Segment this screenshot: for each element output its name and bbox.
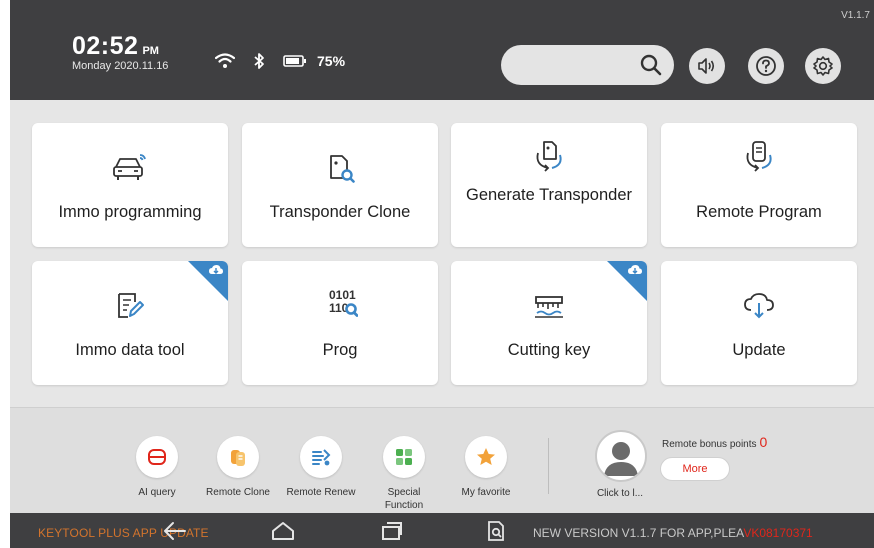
- user-avatar[interactable]: [595, 430, 647, 482]
- shortcut-label: Remote Renew: [286, 487, 356, 498]
- battery-icon: [283, 55, 307, 67]
- tile-update[interactable]: Update: [661, 261, 857, 385]
- shortcut-remote-renew[interactable]: Remote Renew: [286, 436, 356, 499]
- chip-search-icon: [242, 153, 438, 183]
- ai-query-icon: [136, 436, 178, 478]
- shortcut-my-favorite[interactable]: My favorite: [451, 436, 521, 499]
- tile-label: Generate Transponder: [465, 186, 633, 204]
- version-label: V1.1.7: [841, 10, 870, 21]
- question-icon: [756, 56, 776, 76]
- shortcut-label: Special Function: [384, 487, 424, 511]
- app-screen: V1.1.7 02:52 PM Monday 2020.11.16 75% Im…: [10, 0, 874, 548]
- document-edit-icon: [32, 291, 228, 321]
- shortcut-bar: AI query Remote Clone Remote Renew Speci…: [10, 407, 874, 513]
- cloud-download-icon: [661, 291, 857, 321]
- tile-prog[interactable]: 0101 110 Prog: [242, 261, 438, 385]
- tile-label: Remote Program: [696, 203, 822, 221]
- cloud-download-badge-icon: [208, 264, 224, 283]
- shortcut-label: My favorite: [461, 487, 511, 498]
- bluetooth-icon: [253, 52, 265, 70]
- tile-transponder-clone[interactable]: Transponder Clone: [242, 123, 438, 247]
- shortcut-remote-clone[interactable]: Remote Clone: [203, 436, 273, 499]
- clock-ampm: PM: [142, 45, 159, 57]
- shortcut-label: Remote Clone: [206, 487, 270, 498]
- gear-icon: [813, 56, 833, 76]
- tile-label: Update: [732, 341, 786, 359]
- document-search-icon[interactable]: [485, 520, 507, 547]
- binary-search-icon: 0101 110: [242, 285, 438, 321]
- status-icons: 75%: [215, 52, 345, 70]
- wifi-icon: [215, 53, 235, 69]
- key-fob-cycle-icon: [451, 139, 647, 173]
- navigation-bar: KEYTOOL PLUS APP UPDATE NEW VERSION V1.1…: [10, 513, 874, 548]
- special-function-icon: [383, 436, 425, 478]
- tile-label: Cutting key: [507, 341, 591, 359]
- search-bar[interactable]: [501, 45, 674, 85]
- bonus-points: Remote bonus points 0: [662, 434, 767, 450]
- search-icon: [640, 54, 662, 76]
- sound-button[interactable]: [689, 48, 725, 84]
- more-button[interactable]: More: [660, 457, 730, 481]
- top-status-bar: V1.1.7 02:52 PM Monday 2020.11.16 75%: [10, 0, 874, 100]
- clock-date: Monday 2020.11.16: [72, 60, 169, 72]
- key-cutting-icon: [451, 291, 647, 321]
- tile-immo-data-tool[interactable]: Immo data tool: [32, 261, 228, 385]
- svg-text:0101: 0101: [329, 288, 356, 302]
- user-icon: [604, 442, 638, 476]
- version-banner-text: NEW VERSION V1.1.7 FOR APP,PLEA: [533, 526, 744, 540]
- shortcut-special-function[interactable]: Special Function: [369, 436, 439, 512]
- speaker-icon: [698, 58, 715, 74]
- tile-label: Prog: [322, 341, 358, 359]
- clock-time: 02:52: [72, 32, 139, 60]
- settings-button[interactable]: [805, 48, 841, 84]
- serial-number: VK08170371: [743, 526, 813, 540]
- recent-apps-icon[interactable]: [379, 520, 405, 547]
- tile-immo-programming[interactable]: Immo programming: [32, 123, 228, 247]
- tile-generate-transponder[interactable]: Generate Transponder: [451, 123, 647, 247]
- car-signal-icon: [32, 153, 228, 183]
- login-prompt[interactable]: Click to l...: [580, 488, 660, 499]
- version-banner[interactable]: NEW VERSION V1.1.7 FOR APP,PLEAVK0817037…: [533, 526, 813, 540]
- cloud-download-badge-icon: [627, 264, 643, 283]
- battery-level: 75%: [317, 53, 346, 69]
- bonus-points-label: Remote bonus points: [662, 439, 757, 450]
- tile-label: Immo data tool: [75, 341, 185, 359]
- tile-label: Transponder Clone: [269, 203, 411, 221]
- tile-label: Immo programming: [58, 203, 202, 221]
- shortcut-label: AI query: [138, 487, 176, 498]
- clock: 02:52 PM Monday 2020.11.16: [72, 32, 168, 72]
- tile-cutting-key[interactable]: Cutting key: [451, 261, 647, 385]
- remote-clone-icon: [217, 436, 259, 478]
- tile-remote-program[interactable]: Remote Program: [661, 123, 857, 247]
- home-icon[interactable]: [270, 520, 296, 547]
- star-icon: [465, 436, 507, 478]
- help-button[interactable]: [748, 48, 784, 84]
- remote-cycle-icon: [661, 139, 857, 173]
- remote-renew-icon: [300, 436, 342, 478]
- divider: [548, 438, 549, 494]
- back-icon[interactable]: [162, 520, 188, 547]
- bonus-points-value: 0: [759, 434, 768, 450]
- shortcut-ai-query[interactable]: AI query: [122, 436, 192, 499]
